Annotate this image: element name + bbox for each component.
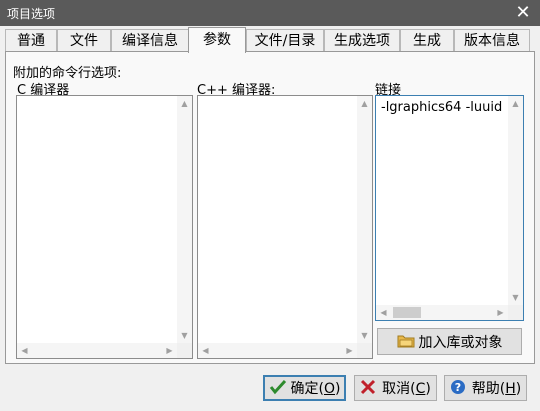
x-icon [360, 379, 378, 397]
ok-hotkey: O [323, 381, 336, 397]
question-mark-icon: ? [450, 379, 468, 397]
ok-label-suffix: ) [335, 381, 341, 397]
scroll-down-icon[interactable]: ▼ [508, 290, 523, 305]
scroll-corner [177, 343, 192, 358]
scroll-up-icon[interactable]: ▲ [357, 96, 372, 111]
scroll-down-icon[interactable]: ▼ [177, 328, 192, 343]
cancel-hotkey: C [415, 381, 426, 397]
linker-vscrollbar[interactable]: ▲ ▼ [508, 96, 523, 305]
c-compiler-vscrollbar[interactable]: ▲ ▼ [177, 96, 192, 343]
cancel-label-text: 取消( [382, 381, 416, 397]
cpp-compiler-hscrollbar[interactable]: ◀ ▶ [198, 343, 357, 358]
scroll-down-icon[interactable]: ▼ [357, 328, 372, 343]
linker-hscroll-thumb[interactable] [393, 307, 421, 318]
svg-text:?: ? [455, 381, 461, 394]
add-library-label: 加入库或对象 [418, 334, 503, 351]
folder-icon [397, 333, 415, 351]
title-bar: 项目选项 ✕ [0, 0, 540, 26]
tab-general[interactable]: 普通 [5, 29, 57, 51]
add-library-button[interactable]: 加入库或对象 [377, 328, 522, 355]
scroll-left-icon[interactable]: ◀ [198, 343, 213, 358]
scroll-corner [357, 343, 372, 358]
scroll-right-icon[interactable]: ▶ [342, 343, 357, 358]
tab-build[interactable]: 生成 [400, 29, 454, 51]
help-label: 帮助(H) [472, 378, 521, 398]
c-compiler-textarea[interactable]: ▲ ▼ ◀ ▶ [16, 95, 193, 359]
cancel-label-suffix: ) [425, 381, 431, 397]
tab-directories[interactable]: 文件/目录 [246, 29, 324, 51]
linker-textarea[interactable]: -lgraphics64 -luuid ▲ ▼ ◀ ▶ [375, 95, 524, 321]
help-label-suffix: ) [515, 381, 522, 397]
tab-bar: 普通 文件 编译信息 参数 文件/目录 生成选项 生成 版本信息 [5, 27, 535, 53]
tab-parameters[interactable]: 参数 [188, 27, 246, 53]
scroll-left-icon[interactable]: ◀ [17, 343, 32, 358]
tab-build-options[interactable]: 生成选项 [324, 29, 400, 51]
scroll-left-icon[interactable]: ◀ [376, 305, 391, 320]
c-compiler-hscrollbar[interactable]: ◀ ▶ [17, 343, 177, 358]
window-title: 项目选项 [7, 7, 56, 21]
cpp-compiler-textarea[interactable]: ▲ ▼ ◀ ▶ [197, 95, 373, 359]
scroll-up-icon[interactable]: ▲ [508, 96, 523, 111]
ok-button[interactable]: 确定(O) [263, 375, 346, 401]
help-label-text: 帮助( [471, 381, 506, 397]
parameters-panel: 附加的命令行选项: C 编译器 C++ 编译器: 链接 ▲ ▼ ◀ ▶ ▲ ▼ … [5, 51, 535, 364]
ok-label: 确定(O) [291, 378, 341, 398]
help-hotkey: H [505, 381, 516, 397]
scroll-right-icon[interactable]: ▶ [493, 305, 508, 320]
cpp-compiler-vscrollbar[interactable]: ▲ ▼ [357, 96, 372, 343]
linker-hscrollbar[interactable]: ◀ ▶ [376, 305, 508, 320]
checkmark-icon [269, 379, 287, 397]
linker-value: -lgraphics64 -luuid [381, 100, 503, 115]
cancel-label: 取消(C) [382, 378, 431, 398]
tab-version-info[interactable]: 版本信息 [454, 29, 530, 51]
tab-files[interactable]: 文件 [57, 29, 111, 51]
tab-compiler-info[interactable]: 编译信息 [111, 29, 189, 51]
scroll-up-icon[interactable]: ▲ [177, 96, 192, 111]
close-button[interactable]: ✕ [512, 3, 534, 23]
ok-label-text: 确定( [290, 381, 324, 397]
help-button[interactable]: ? 帮助(H) [444, 375, 527, 401]
cancel-button[interactable]: 取消(C) [354, 375, 437, 401]
scroll-corner [508, 305, 523, 320]
scroll-right-icon[interactable]: ▶ [162, 343, 177, 358]
